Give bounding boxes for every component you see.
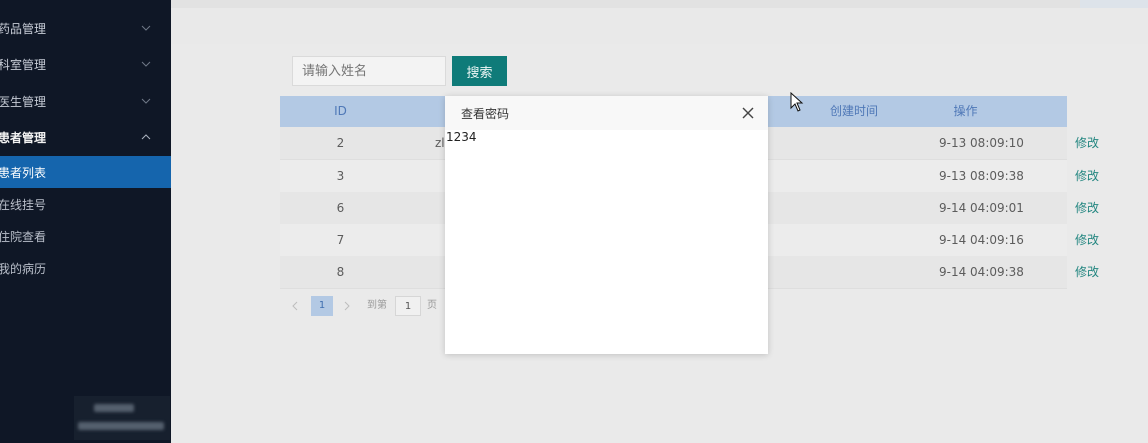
goto-label: 到第: [367, 300, 387, 311]
edit-button[interactable]: 修改: [1072, 160, 1102, 192]
edit-button[interactable]: 修改: [1072, 224, 1102, 256]
chevron-down-icon: [141, 25, 151, 31]
edit-button[interactable]: 修改: [1072, 127, 1102, 159]
sidebar-item-label: 住院查看: [0, 229, 47, 244]
sidebar-item-patient[interactable]: 患者管理: [0, 121, 171, 153]
cell-id: 2: [336, 136, 345, 150]
sidebar-item-label: 在线挂号: [0, 197, 47, 212]
cell-id: 8: [336, 265, 345, 279]
sidebar-item-medical-record[interactable]: 我的病历: [0, 252, 171, 284]
edit-button[interactable]: 修改: [1072, 256, 1102, 288]
top-bar: [171, 0, 1148, 8]
sidebar-item-hospitalization[interactable]: 住院查看: [0, 220, 171, 252]
prev-page-icon[interactable]: [289, 296, 301, 316]
dialog-header: 查看密码: [445, 96, 768, 130]
sidebar-item-doctor[interactable]: 医生管理: [0, 85, 171, 117]
sidebar-item-patient-list[interactable]: 患者列表: [0, 156, 171, 188]
top-bar-right: [1080, 0, 1148, 8]
column-header-id: ID: [334, 104, 347, 118]
chevron-down-icon: [141, 61, 151, 67]
cell-created: 9-14 04:09:38: [939, 265, 1024, 279]
cell-id: 3: [336, 169, 345, 183]
page-unit-label: 页: [427, 300, 437, 311]
sidebar-item-medicine[interactable]: 药品管理: [0, 12, 171, 44]
view-password-dialog: 查看密码 1234: [445, 96, 768, 354]
column-header-created-label: 创建时间: [830, 104, 879, 118]
close-icon[interactable]: [742, 107, 754, 119]
next-page-icon[interactable]: [341, 296, 353, 316]
cell-id: 7: [336, 233, 345, 247]
goto-input[interactable]: 1: [395, 296, 421, 316]
edit-button[interactable]: 修改: [1072, 192, 1102, 224]
search-input[interactable]: [292, 56, 446, 86]
dialog-title: 查看密码: [461, 107, 510, 121]
sidebar-item-department[interactable]: 科室管理: [0, 48, 171, 80]
sidebar-item-label: 医生管理: [0, 94, 47, 109]
watermark-area: [74, 396, 170, 440]
sidebar-item-label: 药品管理: [0, 21, 47, 36]
cell-created: 9-14 04:09:16: [939, 233, 1024, 247]
sidebar-item-label: 患者列表: [0, 165, 47, 180]
sidebar-item-online-register[interactable]: 在线挂号: [0, 188, 171, 220]
column-header-actions: 操作: [953, 104, 978, 118]
mouse-cursor-icon: [790, 92, 804, 112]
search-button[interactable]: 搜索: [452, 56, 507, 86]
cell-created: 9-14 04:09:01: [939, 201, 1024, 215]
chevron-up-icon: [141, 134, 151, 140]
cell-created: 9-13 08:09:38: [939, 169, 1024, 183]
cell-created: 9-13 08:09:10: [939, 136, 1024, 150]
sidebar-item-label: 我的病历: [0, 261, 47, 276]
page-current[interactable]: 1: [311, 296, 333, 316]
chevron-down-icon: [141, 98, 151, 104]
sidebar: 药品管理 科室管理 医生管理 患者管理 患者列表 在线挂号 住院查看 我的病历: [0, 0, 171, 443]
sidebar-item-label: 患者管理: [0, 130, 47, 145]
cell-id: 6: [336, 201, 345, 215]
sidebar-item-label: 科室管理: [0, 57, 47, 72]
password-value: 1234: [446, 130, 477, 144]
